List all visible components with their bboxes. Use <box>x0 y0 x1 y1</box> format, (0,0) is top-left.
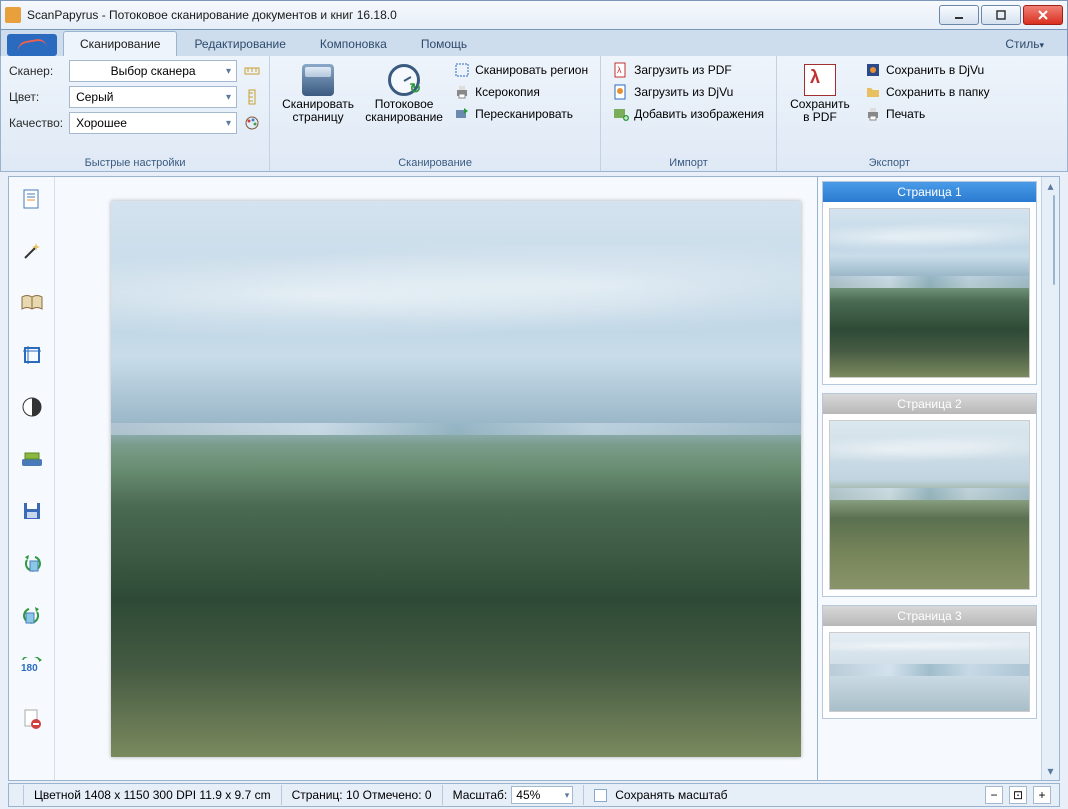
tool-contrast[interactable] <box>18 393 46 421</box>
printer-icon <box>454 84 470 100</box>
rescan-icon <box>454 106 470 122</box>
svg-text:180: 180 <box>21 663 38 674</box>
djvu-out-icon <box>865 62 881 78</box>
tool-page-props[interactable] <box>18 185 46 213</box>
thumbnail-2[interactable]: Страница 2 <box>822 393 1037 597</box>
status-image-info: Цветной 1408 x 1150 300 DPI 11.9 x 9.7 c… <box>34 788 271 802</box>
group-title-scan: Сканирование <box>278 155 592 169</box>
group-title-import: Импорт <box>609 155 768 169</box>
tool-scanner[interactable] <box>18 445 46 473</box>
tab-scan[interactable]: Сканирование <box>63 31 177 56</box>
thumbnails-panel[interactable]: Страница 1 Страница 2 Страница 3 <box>817 177 1041 780</box>
load-pdf-button[interactable]: λЗагрузить из PDF <box>609 60 768 80</box>
group-title-export: Экспорт <box>785 155 994 169</box>
group-export: Сохранить в PDF Сохранить в DjVu Сохрани… <box>777 56 1002 171</box>
tab-layout[interactable]: Компоновка <box>303 31 404 56</box>
save-pdf-button[interactable]: Сохранить в PDF <box>785 60 855 128</box>
group-import: λЗагрузить из PDF Загрузить из DjVu Доба… <box>601 56 777 171</box>
rescan-button[interactable]: Пересканировать <box>450 104 592 124</box>
palette-icon[interactable] <box>243 114 261 132</box>
scroll-up-icon[interactable]: ▴ <box>1042 177 1059 195</box>
print-icon <box>865 106 881 122</box>
group-quick-settings: Сканер: Выбор сканера Цвет: Серый Качест… <box>1 56 270 171</box>
scroll-down-icon[interactable]: ▾ <box>1042 762 1059 780</box>
folder-icon <box>865 84 881 100</box>
color-label: Цвет: <box>9 90 63 104</box>
thumbnail-3[interactable]: Страница 3 <box>822 605 1037 719</box>
app-icon <box>5 7 21 23</box>
tool-delete-page[interactable] <box>18 705 46 733</box>
scanner-label: Сканер: <box>9 64 63 78</box>
save-folder-button[interactable]: Сохранить в папку <box>861 82 994 102</box>
load-djvu-button[interactable]: Загрузить из DjVu <box>609 82 768 102</box>
zoom-out-button[interactable]: − <box>985 786 1003 804</box>
tool-magic-wand[interactable] <box>18 237 46 265</box>
group-title-settings: Быстрые настройки <box>9 155 261 169</box>
statusbar: Цветной 1408 x 1150 300 DPI 11.9 x 9.7 c… <box>8 783 1060 807</box>
scanner-combo[interactable]: Выбор сканера <box>69 60 237 82</box>
zoom-label: Масштаб: <box>453 788 508 802</box>
scan-page-button[interactable]: Сканировать страницу <box>278 60 358 128</box>
tab-edit[interactable]: Редактирование <box>177 31 302 56</box>
page-image <box>111 201 801 757</box>
side-toolbar: 180 <box>9 177 55 780</box>
tool-save[interactable] <box>18 497 46 525</box>
quality-combo[interactable]: Хорошее <box>69 112 237 134</box>
zoom-fit-button[interactable]: ⊡ <box>1009 786 1027 804</box>
window-title: ScanPapyrus - Потоковое сканирование док… <box>27 8 397 22</box>
add-image-icon <box>613 106 629 122</box>
color-combo[interactable]: Серый <box>69 86 237 108</box>
scanner-icon <box>302 64 334 96</box>
add-images-button[interactable]: Добавить изображения <box>609 104 768 124</box>
zoom-combo[interactable]: 45% <box>511 786 573 804</box>
workspace: 180 Страница 1 Страница 2 Страница 3 ▴ ▾ <box>8 176 1060 781</box>
style-menu[interactable]: Стиль▾ <box>988 31 1061 56</box>
djvu-in-icon <box>613 84 629 100</box>
tool-book[interactable] <box>18 289 46 317</box>
scrollbar-vertical[interactable]: ▴ ▾ <box>1041 177 1059 780</box>
tool-rotate-right[interactable] <box>18 601 46 629</box>
quality-label: Качество: <box>9 116 63 130</box>
thumbnail-1[interactable]: Страница 1 <box>822 181 1037 385</box>
minimize-button[interactable] <box>939 5 979 25</box>
pdf-in-icon: λ <box>613 62 629 78</box>
ribbon-tabs: Сканирование Редактирование Компоновка П… <box>0 30 1068 56</box>
status-pages: Страниц: 10 Отмечено: 0 <box>292 788 432 802</box>
scroll-handle[interactable] <box>1053 195 1055 285</box>
ruler-v-icon[interactable] <box>243 88 261 106</box>
pdf-icon <box>804 64 836 96</box>
thumb-header: Страница 1 <box>823 182 1036 202</box>
zoom-in-button[interactable]: + <box>1033 786 1051 804</box>
tool-rotate-180[interactable]: 180 <box>18 653 46 681</box>
tab-help[interactable]: Помощь <box>404 31 484 56</box>
group-scanning: Сканировать страницу Потоковое сканирова… <box>270 56 601 171</box>
app-logo[interactable] <box>7 34 57 56</box>
close-button[interactable] <box>1023 5 1063 25</box>
scan-region-button[interactable]: Сканировать регион <box>450 60 592 80</box>
thumb-header: Страница 2 <box>823 394 1036 414</box>
print-button[interactable]: Печать <box>861 104 994 124</box>
page-canvas[interactable] <box>111 201 801 757</box>
keep-zoom-checkbox[interactable] <box>594 789 607 802</box>
clock-icon <box>388 64 420 96</box>
ribbon: Сканер: Выбор сканера Цвет: Серый Качест… <box>0 56 1068 172</box>
canvas-area <box>55 177 817 780</box>
stream-scan-button[interactable]: Потоковое сканирование <box>364 60 444 128</box>
keep-zoom-label: Сохранять масштаб <box>615 788 727 802</box>
titlebar: ScanPapyrus - Потоковое сканирование док… <box>0 0 1068 30</box>
photocopy-button[interactable]: Ксерокопия <box>450 82 592 102</box>
region-icon <box>454 62 470 78</box>
maximize-button[interactable] <box>981 5 1021 25</box>
svg-text:λ: λ <box>617 65 622 75</box>
save-djvu-button[interactable]: Сохранить в DjVu <box>861 60 994 80</box>
tool-rotate-left[interactable] <box>18 549 46 577</box>
ruler-h-icon[interactable] <box>243 62 261 80</box>
tool-crop[interactable] <box>18 341 46 369</box>
thumb-header: Страница 3 <box>823 606 1036 626</box>
